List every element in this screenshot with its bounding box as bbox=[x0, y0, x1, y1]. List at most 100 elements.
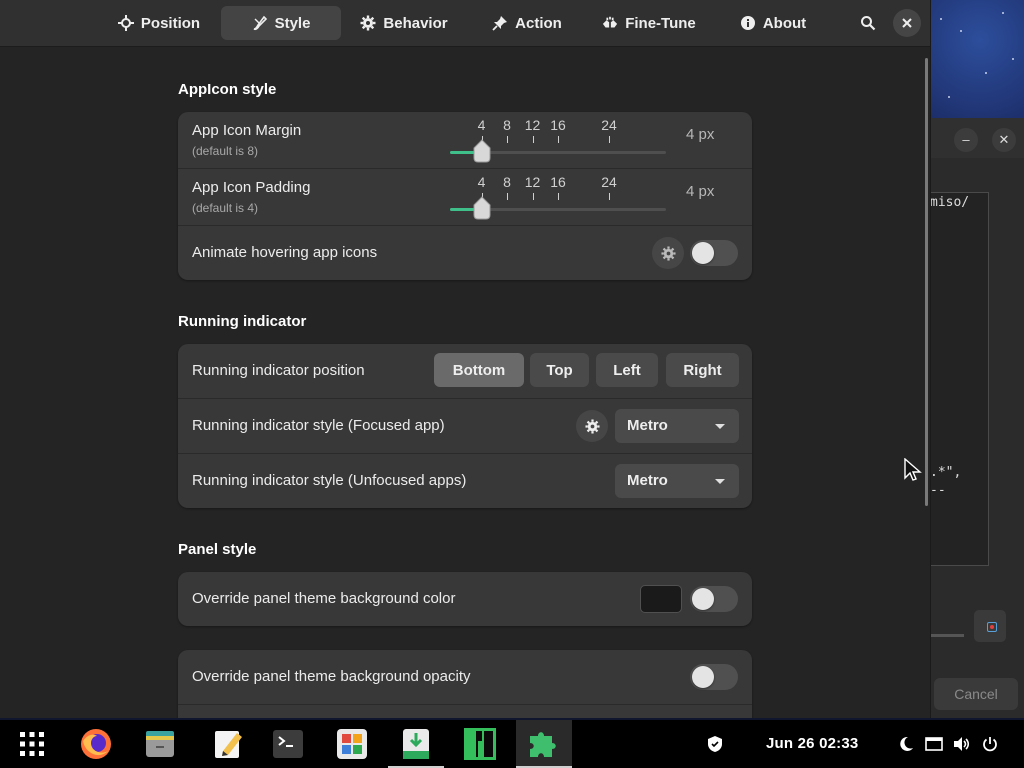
slider-tick-label: 12 bbox=[524, 117, 541, 133]
image-button[interactable] bbox=[974, 610, 1006, 642]
slider-tick bbox=[558, 136, 559, 143]
brush-icon bbox=[252, 15, 268, 31]
volume-icon[interactable] bbox=[950, 732, 974, 756]
slider-tick-label: 8 bbox=[503, 117, 511, 133]
taskbar: Jun 26 02:33 bbox=[0, 720, 1024, 768]
close-icon[interactable] bbox=[893, 9, 921, 37]
row-sublabel: (default is 4) bbox=[192, 201, 259, 215]
appicon-style-card: App Icon Margin (default is 8) 4 8 12 16 24 … bbox=[178, 112, 752, 280]
hands-icon bbox=[602, 15, 618, 31]
tab-position[interactable]: Position bbox=[104, 6, 214, 40]
tab-style[interactable]: Style bbox=[221, 6, 341, 40]
search-icon[interactable] bbox=[854, 9, 882, 37]
focused-style-settings-button[interactable] bbox=[576, 410, 608, 442]
minimize-icon[interactable]: – bbox=[954, 128, 978, 152]
slider-tick bbox=[609, 136, 610, 143]
tab-behavior[interactable]: Behavior bbox=[350, 6, 458, 40]
chevron-down-icon bbox=[715, 479, 725, 484]
tab-label: Action bbox=[515, 14, 562, 32]
slider-tick-label: 16 bbox=[550, 117, 566, 133]
unfocused-style-dropdown[interactable]: Metro bbox=[615, 464, 739, 498]
slider-tick-label: 12 bbox=[524, 174, 541, 190]
file-manager-icon[interactable] bbox=[136, 720, 184, 768]
slider-tick bbox=[507, 193, 508, 200]
slider-tick bbox=[609, 193, 610, 200]
app-icon-padding-slider[interactable]: 4 8 12 16 24 bbox=[450, 174, 670, 220]
tab-label: Behavior bbox=[383, 14, 448, 32]
position-option-left[interactable]: Left bbox=[596, 353, 658, 387]
extensions-icon[interactable] bbox=[516, 720, 572, 768]
animate-hover-toggle[interactable] bbox=[690, 240, 738, 266]
text-line: .*", bbox=[930, 465, 962, 480]
gear-icon bbox=[660, 245, 676, 261]
pin-icon bbox=[492, 15, 508, 31]
manjaro-icon[interactable] bbox=[456, 720, 504, 768]
slider-tick bbox=[532, 136, 534, 143]
chevron-down-icon bbox=[715, 424, 725, 429]
package-installer-icon[interactable] bbox=[392, 720, 440, 768]
tab-label: Style bbox=[274, 14, 311, 32]
section-title-running-indicator: Running indicator bbox=[178, 313, 307, 330]
row-label: Running indicator style (Unfocused apps) bbox=[192, 472, 467, 489]
power-icon[interactable] bbox=[978, 732, 1002, 756]
toggle-knob bbox=[692, 588, 714, 610]
text-editor-icon[interactable] bbox=[204, 720, 252, 768]
shield-icon[interactable] bbox=[703, 732, 727, 756]
section-title-panel-style: Panel style bbox=[178, 541, 257, 558]
color-picker-button[interactable] bbox=[640, 585, 682, 613]
tab-label: Position bbox=[140, 14, 201, 32]
text-line: -- bbox=[930, 483, 946, 498]
app-icon-margin-slider[interactable]: 4 8 12 16 24 bbox=[450, 117, 670, 163]
close-icon[interactable]: ✕ bbox=[992, 128, 1016, 152]
section-title-appicon-style: AppIcon style bbox=[178, 81, 277, 98]
position-option-top[interactable]: Top bbox=[530, 353, 589, 387]
override-bg-opacity-toggle[interactable] bbox=[690, 664, 738, 690]
slider-tick bbox=[558, 193, 559, 200]
crosshair-icon bbox=[117, 15, 134, 31]
position-option-bottom[interactable]: Bottom bbox=[434, 353, 524, 387]
indicator-focused-row: Running indicator style (Focused app) Me… bbox=[178, 399, 752, 454]
background-text-area[interactable]: miso/ .*", -- bbox=[930, 192, 989, 566]
row-label: Running indicator position bbox=[192, 362, 365, 379]
dropdown-value: Metro bbox=[627, 417, 668, 434]
row-label: App Icon Padding bbox=[192, 179, 311, 196]
tab-action[interactable]: Action bbox=[481, 6, 573, 40]
gear-icon bbox=[584, 418, 600, 434]
tab-label: Fine-Tune bbox=[625, 14, 696, 32]
clock[interactable]: Jun 26 02:33 bbox=[766, 735, 858, 752]
tab-about[interactable]: About bbox=[730, 6, 816, 40]
dropdown-value: Metro bbox=[627, 472, 668, 489]
slider-tick-label: 4 bbox=[477, 174, 486, 190]
slider-handle[interactable] bbox=[472, 139, 492, 163]
apps-grid-icon[interactable] bbox=[10, 720, 54, 768]
cancel-button[interactable]: Cancel bbox=[934, 678, 1018, 710]
focused-style-dropdown[interactable]: Metro bbox=[615, 409, 739, 443]
window-icon[interactable] bbox=[922, 732, 946, 756]
slider-tick-label: 4 bbox=[477, 117, 486, 133]
firefox-icon[interactable] bbox=[72, 720, 120, 768]
slider-tick-label: 24 bbox=[601, 174, 617, 190]
override-bg-color-toggle[interactable] bbox=[690, 586, 738, 612]
vertical-scrollbar[interactable] bbox=[925, 58, 928, 506]
tab-label: About bbox=[762, 14, 807, 32]
slider-tick-label: 16 bbox=[550, 174, 566, 190]
app-icon-margin-row: App Icon Margin (default is 8) 4 8 12 16 24 … bbox=[178, 112, 752, 169]
slider-value: 4 px bbox=[686, 183, 715, 200]
override-bg-color-row: Override panel theme background color bbox=[178, 572, 752, 626]
gear-icon bbox=[360, 15, 376, 31]
tab-fine-tune[interactable]: Fine-Tune bbox=[592, 6, 706, 40]
settings-window: Position Style Behavior Action Fine-Tune bbox=[0, 0, 931, 718]
position-option-right[interactable]: Right bbox=[666, 353, 739, 387]
slider-handle[interactable] bbox=[472, 196, 492, 220]
horizontal-scrollbar[interactable] bbox=[930, 634, 964, 637]
terminal-icon[interactable] bbox=[264, 720, 312, 768]
row-label: Running indicator style (Focused app) bbox=[192, 417, 445, 434]
panel-opacity-card: Override panel theme background opacity bbox=[178, 650, 752, 718]
software-center-icon[interactable] bbox=[328, 720, 376, 768]
mouse-pointer-icon bbox=[904, 457, 924, 482]
app-icon-padding-row: App Icon Padding (default is 4) 4 8 12 16 24… bbox=[178, 169, 752, 226]
slider-tick bbox=[532, 193, 534, 200]
slider-value: 4 px bbox=[686, 126, 715, 143]
animate-settings-button[interactable] bbox=[652, 237, 684, 269]
night-light-icon[interactable] bbox=[894, 732, 918, 756]
